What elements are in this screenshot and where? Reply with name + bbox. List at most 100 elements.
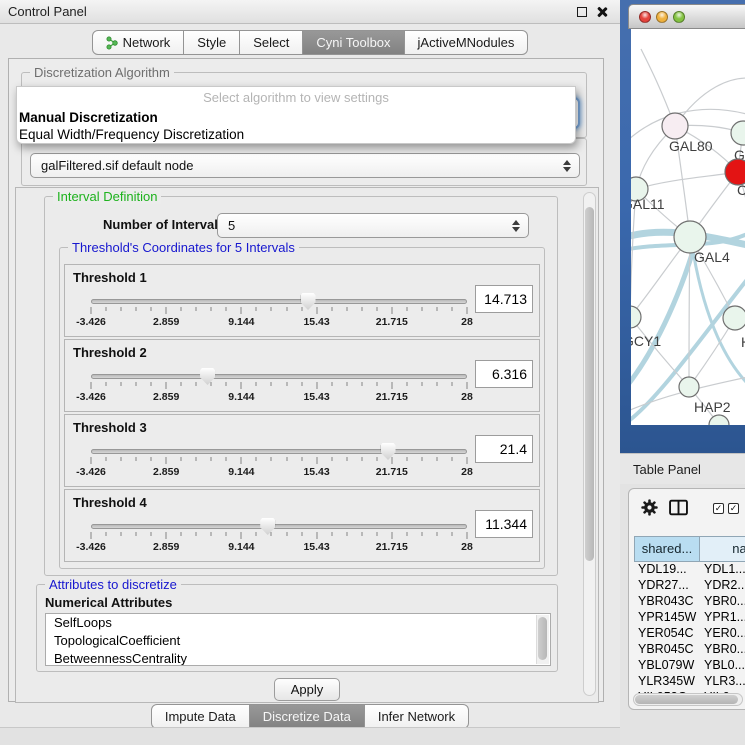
table-row[interactable]: YLR345W YLR3... <box>634 674 745 690</box>
mac-minimize-button[interactable] <box>656 11 668 23</box>
tab-label: Infer Network <box>378 709 455 724</box>
bottom-tab-bar: Impute Data Discretize Data Infer Networ… <box>0 704 620 729</box>
tab-select[interactable]: Select <box>240 30 303 55</box>
tab-cyni-toolbox[interactable]: Cyni Toolbox <box>303 30 404 55</box>
tick-label: 9.144 <box>228 391 254 403</box>
table-row[interactable]: YPR145W YPR1... <box>634 610 745 626</box>
tab-label: Select <box>253 35 289 50</box>
tab-infer-network[interactable]: Infer Network <box>365 704 469 729</box>
table-row[interactable]: YBL079W YBL0... <box>634 658 745 674</box>
control-panel-window: Control Panel Network Style Select Cyni … <box>0 0 620 745</box>
threshold-label: Threshold 3 <box>73 420 147 435</box>
network-node-gal80[interactable] <box>662 113 688 139</box>
float-window-icon[interactable] <box>577 7 587 17</box>
table-data-combobox[interactable]: galFiltered.sif default node <box>30 153 580 178</box>
network-node-ha[interactable] <box>723 306 745 330</box>
control-panel-titlebar: Control Panel <box>0 0 620 24</box>
list-item[interactable]: BetweennessCentrality <box>46 650 550 666</box>
dropdown-option[interactable]: Manual Discretization <box>17 109 575 126</box>
threshold-slider[interactable]: -3.4262.8599.14415.4321.71528 <box>91 441 467 485</box>
node-table: shared... na YDL19... YDL1... YDR27... Y… <box>634 536 745 709</box>
tab-jactivemnodules[interactable]: jActiveMNodules <box>405 30 529 55</box>
tab-label: Network <box>123 35 171 50</box>
table-panel-title: Table Panel <box>633 454 701 485</box>
tick-label: 28 <box>461 466 473 478</box>
slider-track[interactable] <box>91 524 467 529</box>
table-row[interactable]: YER054C YER0... <box>634 626 745 642</box>
bottom-strip <box>0 727 620 745</box>
table-panel-header: Table Panel <box>620 453 745 484</box>
settings-scrollbar[interactable] <box>583 192 596 696</box>
threshold-value-field[interactable]: 14.713 <box>475 285 533 313</box>
slider-track[interactable] <box>91 374 467 379</box>
table-row[interactable]: YBR043C YBR0... <box>634 594 745 610</box>
tick-label: 15.43 <box>303 466 329 478</box>
tick-label: 9.144 <box>228 316 254 328</box>
table-data-value: galFiltered.sif default node <box>41 154 557 178</box>
tick-label: 21.715 <box>376 316 408 328</box>
cell-name: YDR2... <box>704 578 745 592</box>
cell-name: YPR1... <box>704 610 745 624</box>
thresholds-group: Threshold's Coordinates for 5 Intervals … <box>59 247 545 569</box>
node-label: C <box>737 182 745 198</box>
threshold-value-field[interactable]: 21.4 <box>475 435 533 463</box>
slider-track[interactable] <box>91 449 467 454</box>
threshold-block: Threshold 3 -3.4262.8599.14415.4321.7152… <box>64 414 540 487</box>
table-row[interactable]: YDR27... YDR2... <box>634 578 745 594</box>
threshold-slider[interactable]: -3.4262.8599.14415.4321.71528 <box>91 516 467 560</box>
column-header-shared[interactable]: shared... <box>634 536 700 562</box>
tick-label: 28 <box>461 541 473 553</box>
slider-tick-labels: -3.4262.8599.14415.4321.71528 <box>91 466 467 479</box>
list-item[interactable]: SelfLoops <box>46 614 550 632</box>
cell-shared-name: YLR345W <box>638 674 700 688</box>
tab-network[interactable]: Network <box>92 30 185 55</box>
checkbox-icon[interactable]: ✓ <box>728 503 739 514</box>
number-of-intervals-combobox[interactable]: 5 <box>217 213 529 238</box>
tab-impute-data[interactable]: Impute Data <box>151 704 250 729</box>
tick-label: 28 <box>461 316 473 328</box>
checkbox-icon[interactable]: ✓ <box>713 503 724 514</box>
table-row[interactable]: YDL19... YDL1... <box>634 562 745 578</box>
node-label: GAL11 <box>631 196 665 212</box>
split-columns-icon[interactable] <box>669 499 688 521</box>
tick-label: 21.715 <box>376 391 408 403</box>
gear-icon[interactable] <box>641 499 658 521</box>
cell-shared-name: YBL079W <box>638 658 700 672</box>
tick-label: 15.43 <box>303 391 329 403</box>
tab-discretize-data[interactable]: Discretize Data <box>250 704 365 729</box>
tab-label: Style <box>197 35 226 50</box>
slider-ticks <box>91 532 467 540</box>
threshold-slider[interactable]: -3.4262.8599.14415.4321.71528 <box>91 366 467 410</box>
close-icon[interactable] <box>595 5 608 18</box>
network-canvas[interactable]: GAL80GALCGAL11GAL4GCY1HAHAP2 <box>631 29 745 425</box>
tick-label: 21.715 <box>376 541 408 553</box>
table-hscrollbar[interactable] <box>633 693 743 706</box>
table-row[interactable]: YBR045C YBR0... <box>634 642 745 658</box>
threshold-label: Threshold 1 <box>73 270 147 285</box>
threshold-value-field[interactable]: 6.316 <box>475 360 533 388</box>
screen: Control Panel Network Style Select Cyni … <box>0 0 745 745</box>
tab-style[interactable]: Style <box>184 30 240 55</box>
slider-track[interactable] <box>91 299 467 304</box>
threshold-block: Threshold 2 -3.4262.8599.14415.4321.7152… <box>64 339 540 412</box>
slider-ticks <box>91 457 467 465</box>
apply-button[interactable]: Apply <box>274 678 340 701</box>
dropdown-option[interactable]: Equal Width/Frequency Discretization <box>17 126 575 143</box>
attributes-group: Attributes to discretize Numerical Attri… <box>36 584 558 672</box>
list-item[interactable]: TopologicalCoefficient <box>46 632 550 650</box>
network-node-gcy1[interactable] <box>631 306 641 328</box>
threshold-slider[interactable]: -3.4262.8599.14415.4321.71528 <box>91 291 467 335</box>
network-node-hap2[interactable] <box>679 377 699 397</box>
tick-label: 9.144 <box>228 466 254 478</box>
column-header-name[interactable]: na <box>700 536 745 562</box>
numerical-attributes-list[interactable]: SelfLoopsTopologicalCoefficientBetweenne… <box>45 613 551 666</box>
mac-zoom-button[interactable] <box>673 11 685 23</box>
threshold-value-field[interactable]: 11.344 <box>475 510 533 538</box>
network-node-gal[interactable] <box>731 121 745 145</box>
attributes-list-scrollbar[interactable] <box>536 615 549 664</box>
number-of-intervals-value: 5 <box>228 214 506 238</box>
mac-close-button[interactable] <box>639 11 651 23</box>
node-label: HA <box>741 334 745 350</box>
tick-label: -3.426 <box>76 466 106 478</box>
slider-tick-labels: -3.4262.8599.14415.4321.71528 <box>91 316 467 329</box>
